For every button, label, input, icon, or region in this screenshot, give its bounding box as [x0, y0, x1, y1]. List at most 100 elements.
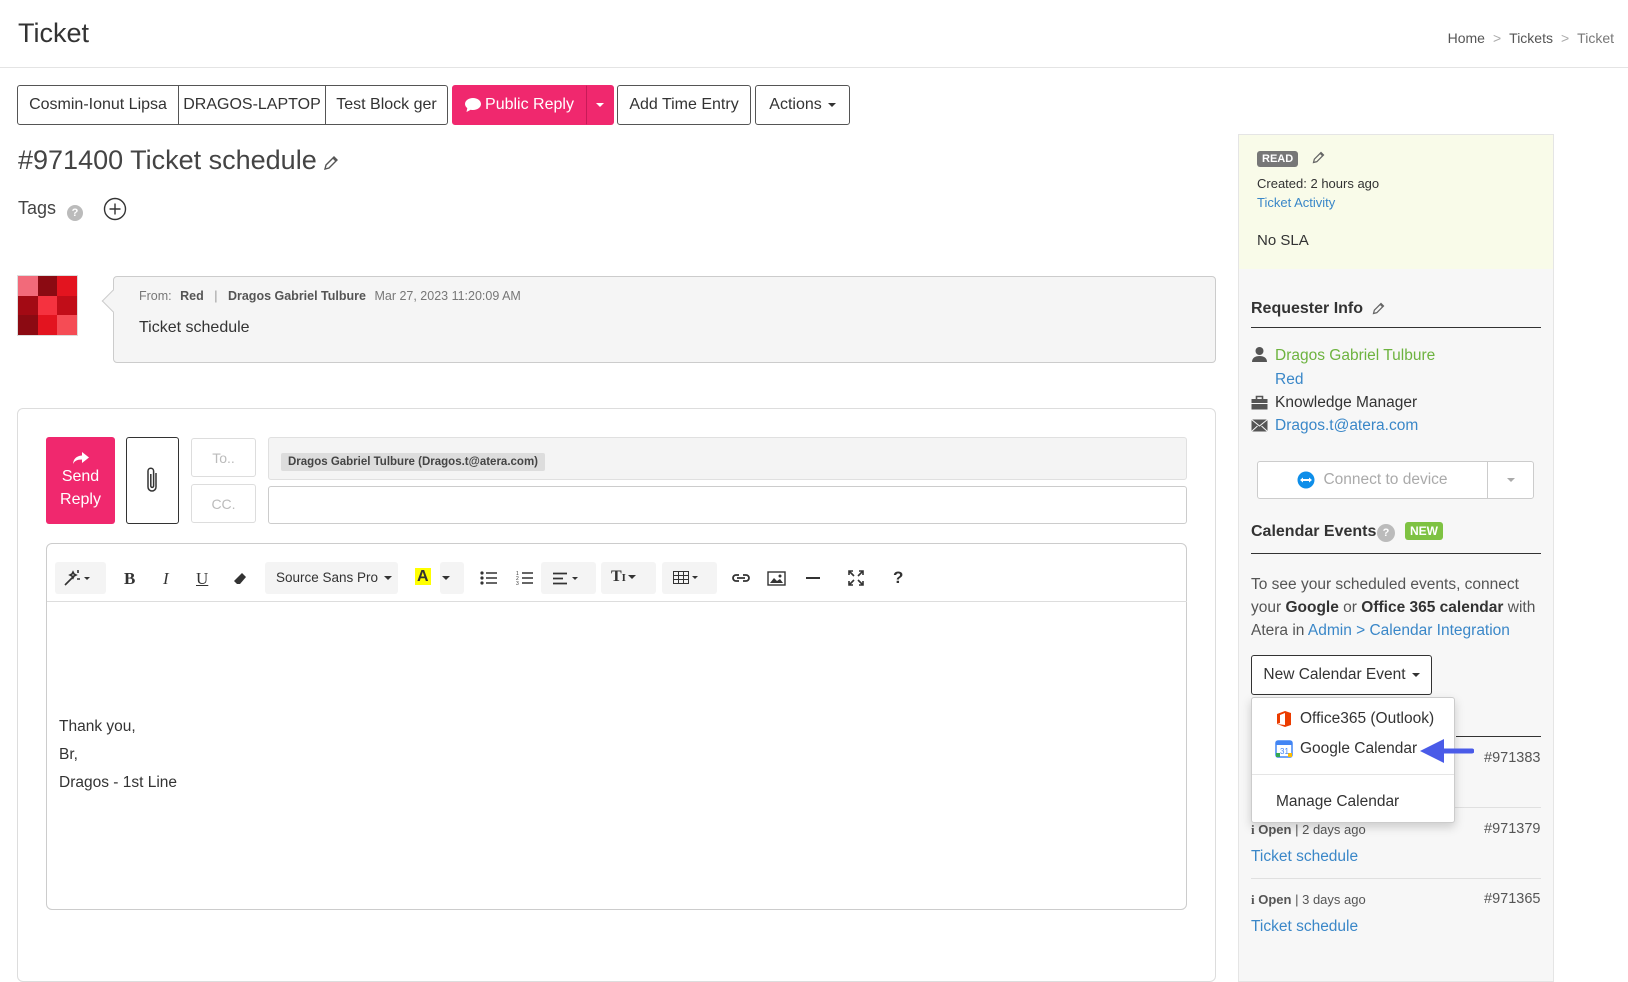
calendar-description: To see your scheduled events, connect yo… [1251, 573, 1551, 642]
contact-button[interactable]: Cosmin-Ionut Lipsa [17, 85, 179, 125]
related-divider [1251, 878, 1541, 879]
from-name: Dragos Gabriel Tulbure [227, 289, 366, 303]
message-meta: From: Red | Dragos Gabriel Tulbure Mar 2… [139, 289, 521, 303]
font-name: Source Sans Pro [276, 570, 379, 585]
new-event-label: New Calendar Event [1263, 666, 1406, 683]
pointer-arrow-icon [1420, 739, 1474, 763]
image-icon[interactable] [767, 571, 786, 586]
chevron-down-icon [827, 103, 836, 107]
manage-calendar-menu-item[interactable]: Manage Calendar [1252, 793, 1454, 811]
text-color-icon[interactable]: A [415, 568, 431, 585]
from-label: From: [139, 289, 172, 303]
paperclip-icon [146, 467, 157, 492]
recipient-chip[interactable]: Dragos Gabriel Tulbure (Dragos.t@atera.c… [281, 453, 545, 471]
related-ticket-link[interactable]: Ticket schedule [1251, 918, 1358, 936]
attach-button[interactable] [126, 437, 179, 524]
menu-divider [1252, 774, 1454, 775]
office365-menu-item[interactable]: Office365 (Outlook) [1252, 710, 1454, 728]
underline-icon[interactable]: U [196, 569, 208, 589]
new-calendar-event-button[interactable]: New Calendar Event [1251, 655, 1432, 695]
send-reply-button[interactable]: Send Reply [46, 437, 115, 524]
cc-button[interactable]: CC. [191, 484, 256, 523]
requester-role: Knowledge Manager [1275, 394, 1418, 411]
device-button[interactable]: DRAGOS-LAPTOP [178, 85, 326, 125]
font-size-icon[interactable]: TI [611, 568, 636, 586]
to-field[interactable]: Dragos Gabriel Tulbure (Dragos.t@atera.c… [268, 437, 1187, 480]
connect-device-button[interactable]: Connect to device [1257, 461, 1488, 499]
font-family-select[interactable]: Source Sans Pro [276, 570, 393, 585]
public-reply-button[interactable]: Public Reply [452, 85, 586, 125]
site-button[interactable]: Test Block ger [325, 85, 448, 125]
bold-icon[interactable]: B [124, 569, 135, 589]
chevron-down-icon [1506, 478, 1515, 482]
help-icon[interactable]: ? [1377, 524, 1395, 542]
message-card: From: Red | Dragos Gabriel Tulbure Mar 2… [101, 276, 1216, 363]
align-icon[interactable] [553, 572, 583, 585]
related-ticket-id: #971379 [1484, 821, 1541, 837]
google-calendar-icon: 31 [1275, 740, 1293, 758]
related-ticket-status: i Open | 3 days ago [1251, 892, 1366, 907]
calendar-integration-link[interactable]: Admin > Calendar Integration [1308, 622, 1510, 639]
horizontal-rule-icon[interactable] [806, 576, 820, 580]
requester-company-link[interactable]: Red [1275, 371, 1303, 389]
chevron-down-icon [596, 103, 604, 107]
speech-bubble-icon [465, 98, 482, 112]
from-customer: Red [180, 289, 204, 303]
table-icon[interactable] [673, 571, 703, 585]
related-ticket-status: i Open | 2 days ago [1251, 822, 1366, 837]
public-reply-dropdown-button[interactable] [586, 85, 614, 125]
related-ticket-id: #971365 [1484, 891, 1541, 907]
connect-device-dropdown[interactable] [1487, 461, 1534, 499]
calendar-text-2: your Google or Office 365 calendar with [1251, 599, 1536, 616]
connect-label: Connect to device [1323, 471, 1448, 488]
magic-wand-icon[interactable] [63, 569, 93, 587]
breadcrumb: Home > Tickets > Ticket [1447, 30, 1614, 46]
chevron-down-icon [1411, 673, 1420, 677]
pencil-icon[interactable] [1311, 150, 1326, 165]
fullscreen-icon[interactable] [848, 570, 864, 586]
help-question-icon[interactable]: ? [893, 568, 903, 588]
briefcase-icon [1251, 395, 1268, 410]
send-label-1: Send [61, 467, 100, 485]
header-divider [0, 67, 1628, 68]
send-label-2: Reply [60, 490, 101, 508]
breadcrumb-current: Ticket [1577, 30, 1614, 46]
avatar [17, 275, 78, 336]
calendar-heading: Calendar Events [1251, 523, 1377, 540]
breadcrumb-home[interactable]: Home [1448, 30, 1485, 46]
message-timestamp: Mar 27, 2023 11:20:09 AM [374, 289, 521, 303]
breadcrumb-tickets[interactable]: Tickets [1509, 30, 1553, 46]
created-time: Created: 2 hours ago [1257, 176, 1380, 191]
add-tag-icon[interactable] [103, 197, 127, 221]
signature-line-3: Dragos - 1st Line [59, 774, 178, 791]
requester-heading: Requester Info [1251, 300, 1364, 317]
share-arrow-icon [72, 451, 89, 464]
new-badge: NEW [1405, 522, 1443, 540]
requester-divider [1251, 327, 1541, 328]
color-dropdown-icon[interactable] [442, 576, 450, 580]
calendar-divider [1251, 553, 1541, 554]
pencil-icon[interactable] [322, 154, 340, 172]
eraser-icon[interactable] [232, 571, 248, 586]
actions-label: Actions [769, 96, 822, 113]
italic-icon[interactable]: I [163, 569, 169, 589]
calendar-text-3: Atera in Admin > Calendar Integration [1251, 622, 1510, 639]
link-icon[interactable] [731, 571, 751, 585]
related-ticket-link[interactable]: Ticket schedule [1251, 848, 1358, 866]
actions-button[interactable]: Actions [755, 85, 850, 125]
sla-status: No SLA [1257, 232, 1309, 249]
ticket-title: #971400 Ticket schedule [18, 145, 317, 175]
bullet-list-icon[interactable] [480, 571, 497, 585]
help-icon[interactable]: ? [67, 205, 84, 221]
add-time-entry-button[interactable]: Add Time Entry [617, 85, 751, 125]
numbered-list-icon[interactable]: 123 [516, 570, 533, 585]
requester-email-link[interactable]: Dragos.t@atera.com [1275, 417, 1418, 435]
ticket-activity-link[interactable]: Ticket Activity [1257, 195, 1335, 210]
cc-field[interactable] [268, 486, 1187, 524]
reply-signature[interactable]: Thank you, Br, Dragos - 1st Line [59, 713, 177, 797]
svg-text:3: 3 [516, 581, 519, 585]
requester-name-link[interactable]: Dragos Gabriel Tulbure [1275, 347, 1435, 365]
pencil-icon[interactable] [1371, 301, 1386, 316]
to-button[interactable]: To.. [191, 438, 256, 477]
page-title: Ticket [18, 18, 90, 48]
